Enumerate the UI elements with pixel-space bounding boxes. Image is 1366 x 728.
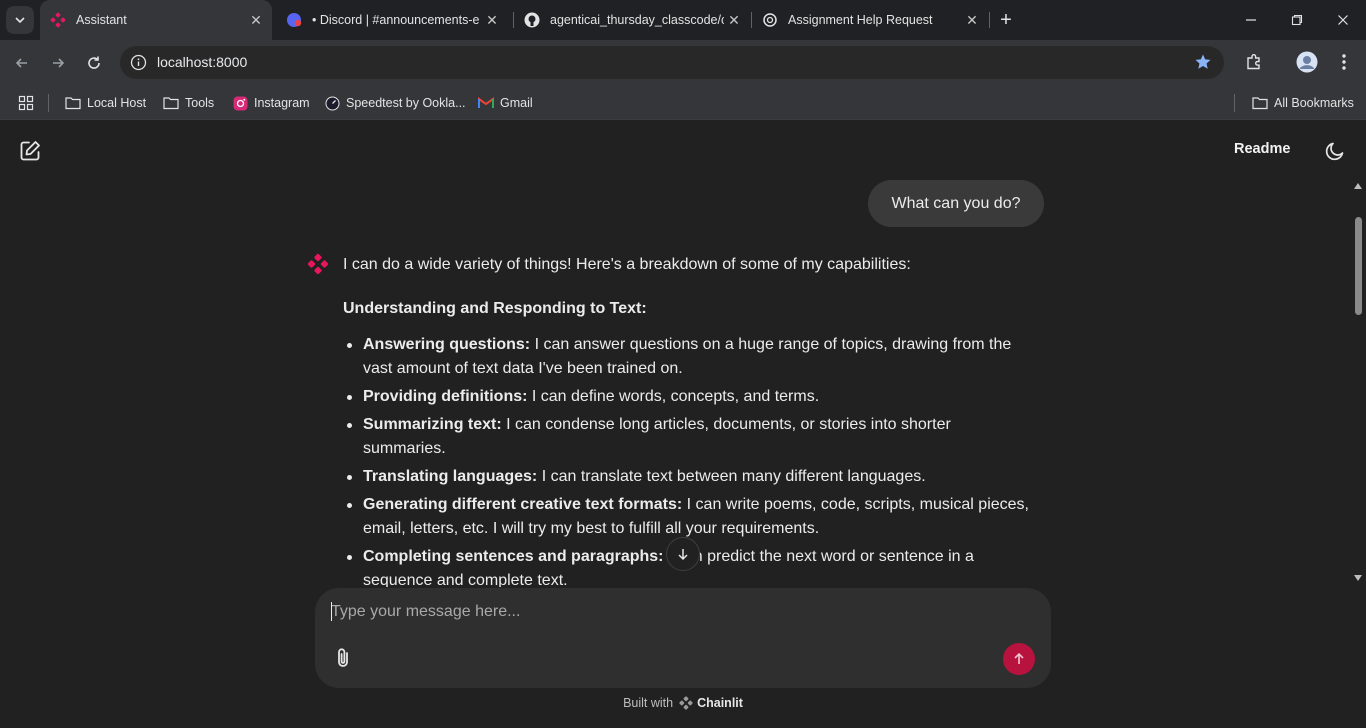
avatar-icon xyxy=(1296,51,1318,73)
bookmark-divider xyxy=(1234,94,1235,112)
tab-chatgpt[interactable]: Assignment Help Request ✕ xyxy=(752,0,988,40)
all-bookmarks-label: All Bookmarks xyxy=(1274,96,1354,110)
discord-icon xyxy=(286,12,302,28)
readme-button[interactable]: Readme xyxy=(1234,141,1290,157)
gmail-icon xyxy=(478,95,494,111)
footer: Built with Chainlit xyxy=(0,696,1366,710)
apps-grid-icon xyxy=(18,95,34,111)
scroll-to-bottom-button[interactable] xyxy=(666,537,700,571)
built-with-label: Built with xyxy=(623,696,674,710)
folder-icon xyxy=(65,95,81,111)
bookmark-gmail[interactable]: Gmail xyxy=(478,93,533,113)
assistant-avatar-icon xyxy=(307,253,329,275)
chatgpt-icon xyxy=(762,12,778,28)
restore-button[interactable] xyxy=(1274,0,1320,40)
list-item: Translating languages: I can translate t… xyxy=(343,465,1033,489)
more-vertical-icon xyxy=(1342,54,1346,70)
chat-app: Readme What can you do? I can do a wide … xyxy=(0,121,1366,728)
tab-title: agenticai_thursday_classcode/cl xyxy=(550,13,724,27)
arrow-up-icon xyxy=(1014,652,1024,664)
folder-icon xyxy=(163,95,179,111)
bookmark-instagram[interactable]: Instagram xyxy=(232,93,310,113)
text-cursor xyxy=(331,602,332,621)
arrow-down-icon xyxy=(678,549,688,561)
arrow-left-icon xyxy=(15,58,27,68)
new-tab-button[interactable]: + xyxy=(994,8,1018,32)
chat-scrollbar[interactable] xyxy=(1352,183,1364,587)
reload-icon xyxy=(88,56,100,69)
bookmark-label: Gmail xyxy=(500,96,533,110)
close-icon[interactable]: ✕ xyxy=(724,10,744,30)
instagram-icon xyxy=(232,95,248,111)
assistant-intro: I can do a wide variety of things! Here'… xyxy=(343,256,911,273)
close-window-button[interactable] xyxy=(1320,0,1366,40)
list-item: Generating different creative text forma… xyxy=(343,493,1033,541)
chevron-down-icon xyxy=(15,17,25,24)
user-message: What can you do? xyxy=(868,180,1044,227)
close-icon xyxy=(1338,15,1348,25)
apps-button[interactable] xyxy=(18,93,34,113)
moon-icon[interactable] xyxy=(1324,140,1346,162)
section-title: Understanding and Responding to Text: xyxy=(343,300,647,317)
bookmark-label: Instagram xyxy=(254,96,310,110)
bookmark-label: Speedtest by Ookla... xyxy=(346,96,466,110)
chainlit-logo-icon xyxy=(50,12,66,28)
close-icon[interactable]: ✕ xyxy=(246,10,266,30)
site-info-icon[interactable] xyxy=(130,54,147,71)
tab-assistant[interactable]: Assistant ✕ xyxy=(40,0,272,40)
tab-bar: Assistant ✕ • Discord | #announcements-e… xyxy=(0,0,1366,40)
scrollbar-thumb[interactable] xyxy=(1355,217,1362,315)
scroll-down-arrow-icon[interactable] xyxy=(1354,575,1362,581)
chainlit-logo-icon xyxy=(679,696,693,710)
scroll-up-arrow-icon[interactable] xyxy=(1354,183,1362,189)
bookmark-divider xyxy=(48,94,49,112)
minimize-icon xyxy=(1246,19,1256,21)
close-icon[interactable]: ✕ xyxy=(482,10,502,30)
tab-title: Assignment Help Request xyxy=(788,13,933,27)
tab-divider xyxy=(989,12,990,28)
address-bar[interactable]: localhost:8000 xyxy=(120,46,1224,79)
brand-name: Chainlit xyxy=(697,696,743,710)
tab-title: • Discord | #announcements-e xyxy=(312,13,480,27)
profile-avatar[interactable] xyxy=(1296,51,1318,78)
list-item: Answering questions: I can answer questi… xyxy=(343,333,1033,381)
tab-search-button[interactable] xyxy=(6,6,34,34)
speedtest-icon xyxy=(324,95,340,111)
all-bookmarks-button[interactable]: All Bookmarks xyxy=(1252,93,1354,113)
bookmark-label: Local Host xyxy=(87,96,147,110)
arrow-right-icon xyxy=(53,58,65,68)
bookmarks-bar: Local Host Tools Instagram Speedtest by … xyxy=(0,85,1366,120)
message-composer xyxy=(315,588,1051,688)
list-item: Providing definitions: I can define word… xyxy=(343,385,1033,409)
browser-menu-button[interactable] xyxy=(1336,52,1352,77)
close-icon[interactable]: ✕ xyxy=(962,10,982,30)
bookmark-label: Tools xyxy=(185,96,215,110)
send-button[interactable] xyxy=(1003,643,1035,675)
tab-discord[interactable]: • Discord | #announcements-e ✕ xyxy=(276,0,508,40)
message-input[interactable] xyxy=(331,600,991,624)
list-item: Summarizing text: I can condense long ar… xyxy=(343,413,1033,461)
restore-icon xyxy=(1291,14,1303,26)
extensions-button[interactable] xyxy=(1244,52,1264,77)
bookmark-tools[interactable]: Tools xyxy=(163,93,214,113)
tab-github[interactable]: agenticai_thursday_classcode/cl ✕ xyxy=(514,0,750,40)
folder-icon xyxy=(1252,95,1268,111)
puzzle-icon xyxy=(1247,54,1260,70)
bookmark-local-host[interactable]: Local Host xyxy=(65,93,146,113)
new-chat-icon[interactable] xyxy=(18,139,42,163)
url-text: localhost:8000 xyxy=(157,54,248,70)
back-button[interactable] xyxy=(9,50,35,76)
browser-toolbar: localhost:8000 xyxy=(0,40,1366,85)
minimize-button[interactable] xyxy=(1228,0,1274,40)
reload-button[interactable] xyxy=(81,50,107,76)
forward-button[interactable] xyxy=(45,50,71,76)
bookmark-star-icon[interactable] xyxy=(1194,53,1212,71)
github-icon xyxy=(524,12,540,28)
tab-title: Assistant xyxy=(76,13,127,27)
bookmark-speedtest[interactable]: Speedtest by Ookla... xyxy=(324,93,466,113)
chainlit-brand-link[interactable]: Chainlit xyxy=(679,696,743,710)
paperclip-icon[interactable] xyxy=(332,646,354,670)
